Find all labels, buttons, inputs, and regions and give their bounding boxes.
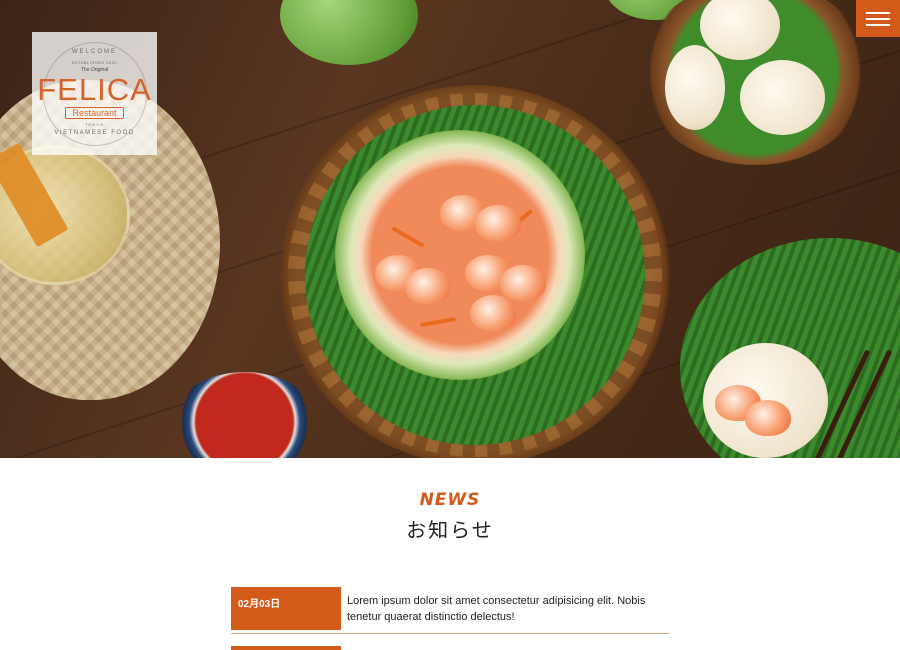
news-text: Lorem ipsum dolor sit amet consectetur a… (347, 595, 646, 623)
logo-tagline: VIETNAMESE FOOD (54, 129, 135, 136)
lime (280, 0, 418, 65)
hamburger-icon (866, 17, 890, 20)
shrimp (475, 205, 521, 241)
news-item[interactable]: 02月03日 Lorem ipsum dolor sit amet consec… (231, 587, 669, 634)
logo-badge: WELCOME ESTABLISHED 2020 The Original FE… (37, 41, 151, 146)
logo-sub-ribbon: Restaurant (65, 107, 124, 119)
logo-welcome-text: WELCOME (71, 48, 117, 55)
shrimp (470, 295, 516, 331)
hamburger-menu-button[interactable] (856, 0, 900, 37)
shrimp-cracker (740, 60, 825, 135)
news-item[interactable] (231, 645, 669, 650)
news-heading-ja: お知らせ (406, 518, 494, 542)
news-date: 02月03日 (231, 587, 341, 630)
news-text (341, 646, 353, 650)
shrimp-cracker (665, 45, 725, 130)
chili-sauce-bowl (172, 372, 317, 458)
site-logo[interactable]: WELCOME ESTABLISHED 2020 The Original FE… (32, 32, 157, 155)
hamburger-icon (866, 23, 890, 26)
logo-city-text: TOKYO (85, 122, 104, 127)
news-date (231, 645, 341, 650)
pomelo-salad (335, 130, 585, 380)
logo-established-text: ESTABLISHED 2020 (71, 60, 118, 65)
news-heading-en: NEWS (419, 490, 481, 510)
shrimp (405, 268, 451, 304)
shrimp (745, 400, 791, 436)
news-section-header: NEWS お知らせ (0, 490, 900, 543)
hamburger-icon (866, 11, 890, 14)
logo-name: FELICA (37, 72, 152, 107)
shrimp (500, 265, 546, 301)
news-list: 02月03日 Lorem ipsum dolor sit amet consec… (231, 587, 669, 650)
